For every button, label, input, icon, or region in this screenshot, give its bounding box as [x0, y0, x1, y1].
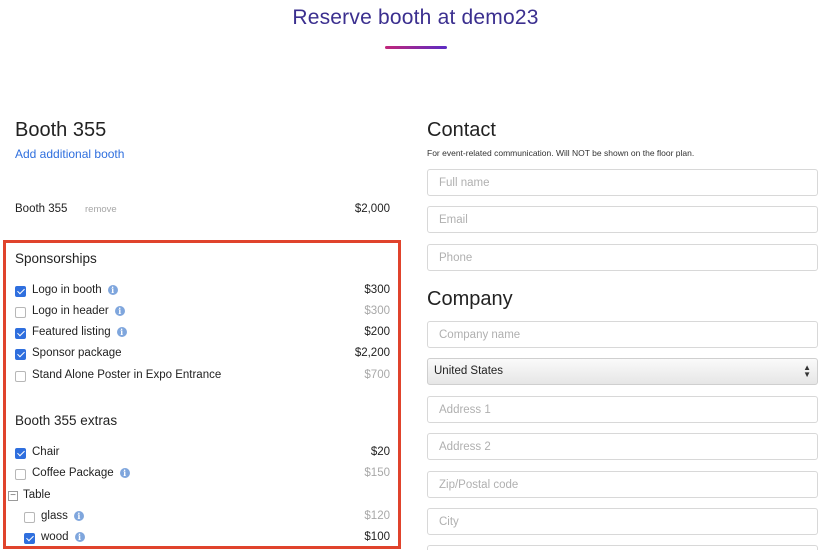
glass-checkbox[interactable] [24, 512, 35, 523]
logo-in-header-checkbox[interactable] [15, 307, 26, 318]
booth-title: Booth 355 [15, 119, 107, 141]
option-price: $150 [364, 467, 390, 479]
contact-heading: Contact [427, 119, 496, 141]
option-price: $100 [364, 531, 390, 543]
info-icon[interactable]: i [73, 511, 84, 521]
select-arrows-icon: ▲ ▼ [803, 363, 811, 379]
sponsorships-heading: Sponsorships [15, 251, 97, 266]
option-row: Chair $20 [15, 446, 390, 462]
full-name-field[interactable] [427, 169, 818, 196]
city-field[interactable] [427, 508, 818, 535]
booth-line-name: Booth 355 [15, 203, 68, 215]
booth-extras-heading: Booth 355 extras [15, 413, 118, 428]
option-price: $700 [364, 369, 390, 381]
booth-line-item: Booth 355 remove $2,000 [15, 203, 390, 219]
info-icon[interactable]: i [116, 327, 127, 337]
table-group-label: Table [23, 489, 51, 501]
option-label: Chair [32, 446, 60, 458]
option-label: Stand Alone Poster in Expo Entrance [32, 369, 222, 381]
company-name-field[interactable] [427, 321, 818, 348]
info-icon[interactable]: i [119, 468, 130, 478]
option-row: Featured listing i $200 [15, 326, 390, 342]
wood-checkbox[interactable] [24, 533, 35, 544]
option-row: Stand Alone Poster in Expo Entrance $700 [15, 369, 390, 385]
sponsor-package-checkbox[interactable] [15, 349, 26, 360]
option-label: Featured listing [32, 326, 111, 338]
logo-in-booth-checkbox[interactable] [15, 286, 26, 297]
option-row: Sponsor package $2,200 [15, 347, 390, 363]
option-label: Sponsor package [32, 347, 122, 359]
contact-subtitle: For event-related communication. Will NO… [427, 148, 695, 158]
title-underline [385, 46, 447, 49]
option-label: Logo in header [32, 305, 109, 317]
option-price: $200 [364, 326, 390, 338]
email-field[interactable] [427, 206, 818, 233]
add-booth-link[interactable]: Add additional booth [15, 147, 124, 161]
country-select[interactable]: United States ▲ ▼ [427, 358, 818, 385]
option-label: wood [41, 531, 69, 543]
option-price: $300 [364, 305, 390, 317]
collapse-toggle-icon[interactable]: − [8, 491, 18, 501]
featured-listing-checkbox[interactable] [15, 328, 26, 339]
option-row: wood i $100 [24, 531, 390, 547]
option-price: $300 [364, 284, 390, 296]
company-heading: Company [427, 288, 513, 310]
option-price: $120 [364, 510, 390, 522]
info-icon[interactable]: i [114, 306, 125, 316]
option-label: Logo in booth [32, 284, 102, 296]
page-title: Reserve booth at demo23 [292, 6, 539, 29]
option-row: glass i $120 [24, 510, 390, 526]
option-price: $2,200 [354, 347, 390, 359]
address2-field[interactable] [427, 433, 818, 460]
option-row: Logo in header i $300 [15, 305, 390, 321]
zip-field[interactable] [427, 471, 818, 498]
booth-line-price: $2,000 [354, 203, 390, 215]
chair-checkbox[interactable] [15, 448, 26, 459]
next-field-partial[interactable] [427, 545, 818, 550]
coffee-package-checkbox[interactable] [15, 469, 26, 480]
info-icon[interactable]: i [107, 285, 118, 295]
option-label: Coffee Package [32, 467, 114, 479]
option-row: Logo in booth i $300 [15, 284, 390, 300]
country-select-value: United States [434, 365, 504, 377]
remove-booth-link[interactable]: remove [85, 204, 117, 215]
phone-field[interactable] [427, 244, 818, 271]
address1-field[interactable] [427, 396, 818, 423]
option-row: Coffee Package i $150 [15, 467, 390, 483]
stand-alone-poster-checkbox[interactable] [15, 371, 26, 382]
option-price: $20 [370, 446, 390, 458]
option-label: glass [41, 510, 68, 522]
info-icon[interactable]: i [74, 532, 85, 542]
